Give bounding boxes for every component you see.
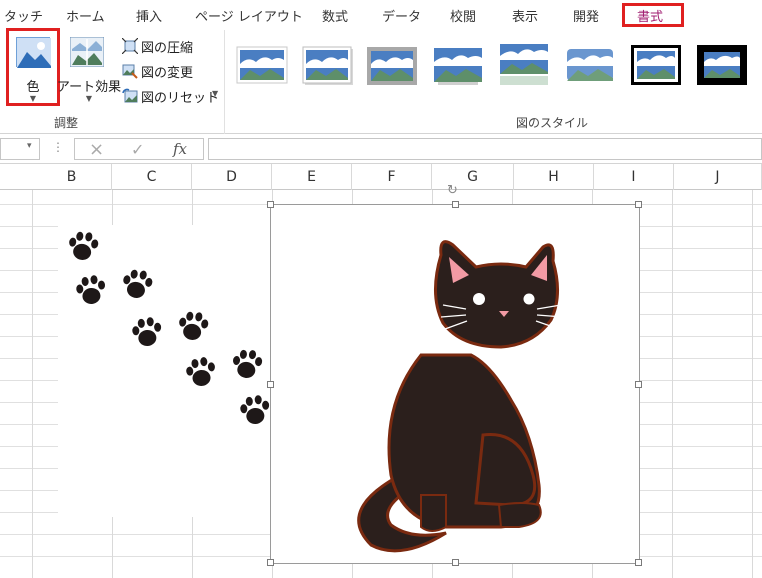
- column-header-b[interactable]: B: [32, 164, 112, 190]
- enter-icon[interactable]: ✓: [131, 140, 144, 159]
- reset-picture-icon: [122, 88, 138, 104]
- tab-data[interactable]: データ: [382, 6, 421, 25]
- compress-picture-label: 図の圧縮: [141, 41, 194, 56]
- picture-styles-group-label: 図のスタイル: [516, 116, 589, 130]
- resize-handle-left[interactable]: [267, 381, 274, 388]
- cat-picture-selected[interactable]: ↻: [267, 183, 642, 566]
- chevron-down-icon[interactable]: ▾: [27, 141, 32, 151]
- compress-picture-button[interactable]: 図の圧縮: [121, 36, 222, 56]
- tab-developer[interactable]: 開発: [573, 6, 599, 25]
- column-header-c[interactable]: C: [112, 164, 192, 190]
- ribbon: 色 ▼ アート効果 ▼ 図の圧縮 図の変更 図のリセット ▼ 調整 図のスタイル: [0, 28, 762, 134]
- picture-style-soft-edge[interactable]: [564, 42, 616, 86]
- change-picture-button[interactable]: 図の変更: [122, 61, 222, 81]
- art-effects-label: アート効果: [56, 80, 122, 95]
- tab-formulas[interactable]: 数式: [322, 6, 348, 25]
- picture-style-simple-frame[interactable]: [236, 42, 288, 86]
- picture-style-thick-matte-black[interactable]: [696, 42, 748, 86]
- tab-home[interactable]: ホーム: [66, 6, 105, 25]
- formula-input[interactable]: [208, 138, 762, 160]
- picture-styles-gallery: 図のスタイル: [228, 30, 762, 134]
- picture-style-double-frame-black[interactable]: [630, 42, 682, 86]
- formula-bar: ▾ ⋮ × ✓ fx: [0, 134, 762, 164]
- picture-style-metal-frame[interactable]: [366, 42, 418, 86]
- resize-handle-bottom-right[interactable]: [635, 559, 642, 566]
- column-header-i[interactable]: I: [594, 164, 674, 190]
- resize-handle-bottom[interactable]: [452, 559, 459, 566]
- reset-picture-label: 図のリセット: [141, 91, 220, 106]
- paw-prints-drawing: [66, 229, 271, 425]
- insert-function-button[interactable]: fx: [173, 140, 187, 158]
- column-header-d[interactable]: D: [192, 164, 272, 190]
- tab-review[interactable]: 校閲: [450, 6, 476, 25]
- picture-style-reflected[interactable]: [498, 42, 550, 86]
- compress-picture-icon: [121, 37, 139, 55]
- tab-page-layout[interactable]: ページ レイアウト: [195, 6, 303, 25]
- paw-prints-picture[interactable]: [58, 225, 271, 517]
- ribbon-tab-bar: タッチ ホーム 挿入 ページ レイアウト 数式 データ 校閲 表示 開発 書式: [0, 0, 762, 30]
- column-header-j[interactable]: J: [674, 164, 762, 190]
- column-header-f[interactable]: F: [352, 164, 432, 190]
- resize-handle-right[interactable]: [635, 381, 642, 388]
- change-picture-icon: [122, 63, 138, 79]
- format-tab-highlight: [622, 3, 684, 27]
- chevron-down-icon[interactable]: ▼: [212, 89, 218, 98]
- adjust-group-label: 調整: [54, 116, 79, 130]
- cancel-icon[interactable]: ×: [89, 139, 104, 160]
- art-effects-icon: [69, 36, 105, 68]
- chevron-down-icon: ▼: [85, 94, 93, 103]
- tab-insert[interactable]: 挿入: [136, 6, 162, 25]
- black-cat-drawing: [357, 240, 564, 553]
- picture-style-shadow-rectangle[interactable]: [432, 42, 484, 86]
- more-icon: ⋮: [52, 140, 64, 154]
- change-picture-label: 図の変更: [141, 66, 194, 81]
- tab-view[interactable]: 表示: [512, 6, 538, 25]
- resize-handle-bottom-left[interactable]: [267, 559, 274, 566]
- formula-buttons: × ✓ fx: [74, 138, 204, 160]
- adjust-group: 色 ▼ アート効果 ▼ 図の圧縮 図の変更 図のリセット ▼ 調整: [0, 28, 225, 134]
- reset-picture-button[interactable]: 図のリセット ▼: [122, 86, 222, 106]
- rotate-handle-icon[interactable]: ↻: [447, 183, 458, 198]
- column-header-h[interactable]: H: [514, 164, 594, 190]
- column-header-e[interactable]: E: [272, 164, 352, 190]
- resize-handle-top[interactable]: [452, 201, 459, 208]
- column-headers: B C D E F G H I J: [0, 164, 762, 190]
- tab-touch[interactable]: タッチ: [4, 6, 43, 25]
- picture-style-soft-shadow[interactable]: [302, 42, 354, 86]
- resize-handle-top-left[interactable]: [267, 201, 274, 208]
- resize-handle-top-right[interactable]: [635, 201, 642, 208]
- column-header-g[interactable]: G: [432, 164, 514, 190]
- name-box[interactable]: ▾: [0, 138, 40, 160]
- art-effects-button[interactable]: アート効果 ▼: [57, 34, 121, 104]
